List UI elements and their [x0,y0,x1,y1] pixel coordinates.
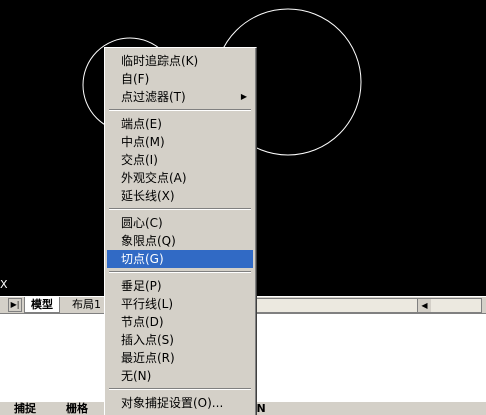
menu-item-parallel[interactable]: 平行线(L) [107,295,253,313]
menu-separator [109,271,251,273]
menu-item-tangent[interactable]: 切点(G) [107,250,253,268]
menu-item-apparent-intersection[interactable]: 外观交点(A) [107,169,253,187]
tab-layout1[interactable]: 布局1 [66,297,108,312]
menu-item-osnap-settings[interactable]: 对象捕捉设置(O)... [107,394,253,412]
menu-separator [109,208,251,210]
status-grid[interactable]: 栅格 [66,402,88,415]
object-snap-menu: 临时追踪点(K) 自(F) 点过滤器(T) ▶ 端点(E) 中点(M) 交点(I)… [104,47,257,415]
menu-item-intersection[interactable]: 交点(I) [107,151,253,169]
menu-item-center[interactable]: 圆心(C) [107,214,253,232]
menu-item-node[interactable]: 节点(D) [107,313,253,331]
menu-item-temp-track[interactable]: 临时追踪点(K) [107,52,253,70]
menu-item-point-filters[interactable]: 点过滤器(T) ▶ [107,88,253,106]
menu-item-nearest[interactable]: 最近点(R) [107,349,253,367]
menu-item-perpendicular[interactable]: 垂足(P) [107,277,253,295]
menu-item-extension[interactable]: 延长线(X) [107,187,253,205]
menu-item-none[interactable]: 无(N) [107,367,253,385]
tab-model[interactable]: 模型 [24,297,60,313]
menu-item-quadrant[interactable]: 象限点(Q) [107,232,253,250]
status-snap[interactable]: 捕捉 [14,402,36,415]
menu-item-endpoint[interactable]: 端点(E) [107,115,253,133]
ucs-icon: X [0,278,8,291]
menu-separator [109,109,251,111]
tab-nav-icon[interactable]: ▶| [8,298,22,312]
horizontal-scrollbar[interactable]: ◀ [250,298,482,313]
scroll-left-arrow-icon[interactable]: ◀ [417,299,431,312]
menu-separator [109,388,251,390]
submenu-arrow-icon: ▶ [240,92,247,101]
menu-item-midpoint[interactable]: 中点(M) [107,133,253,151]
menu-item-insertion[interactable]: 插入点(S) [107,331,253,349]
menu-item-from[interactable]: 自(F) [107,70,253,88]
